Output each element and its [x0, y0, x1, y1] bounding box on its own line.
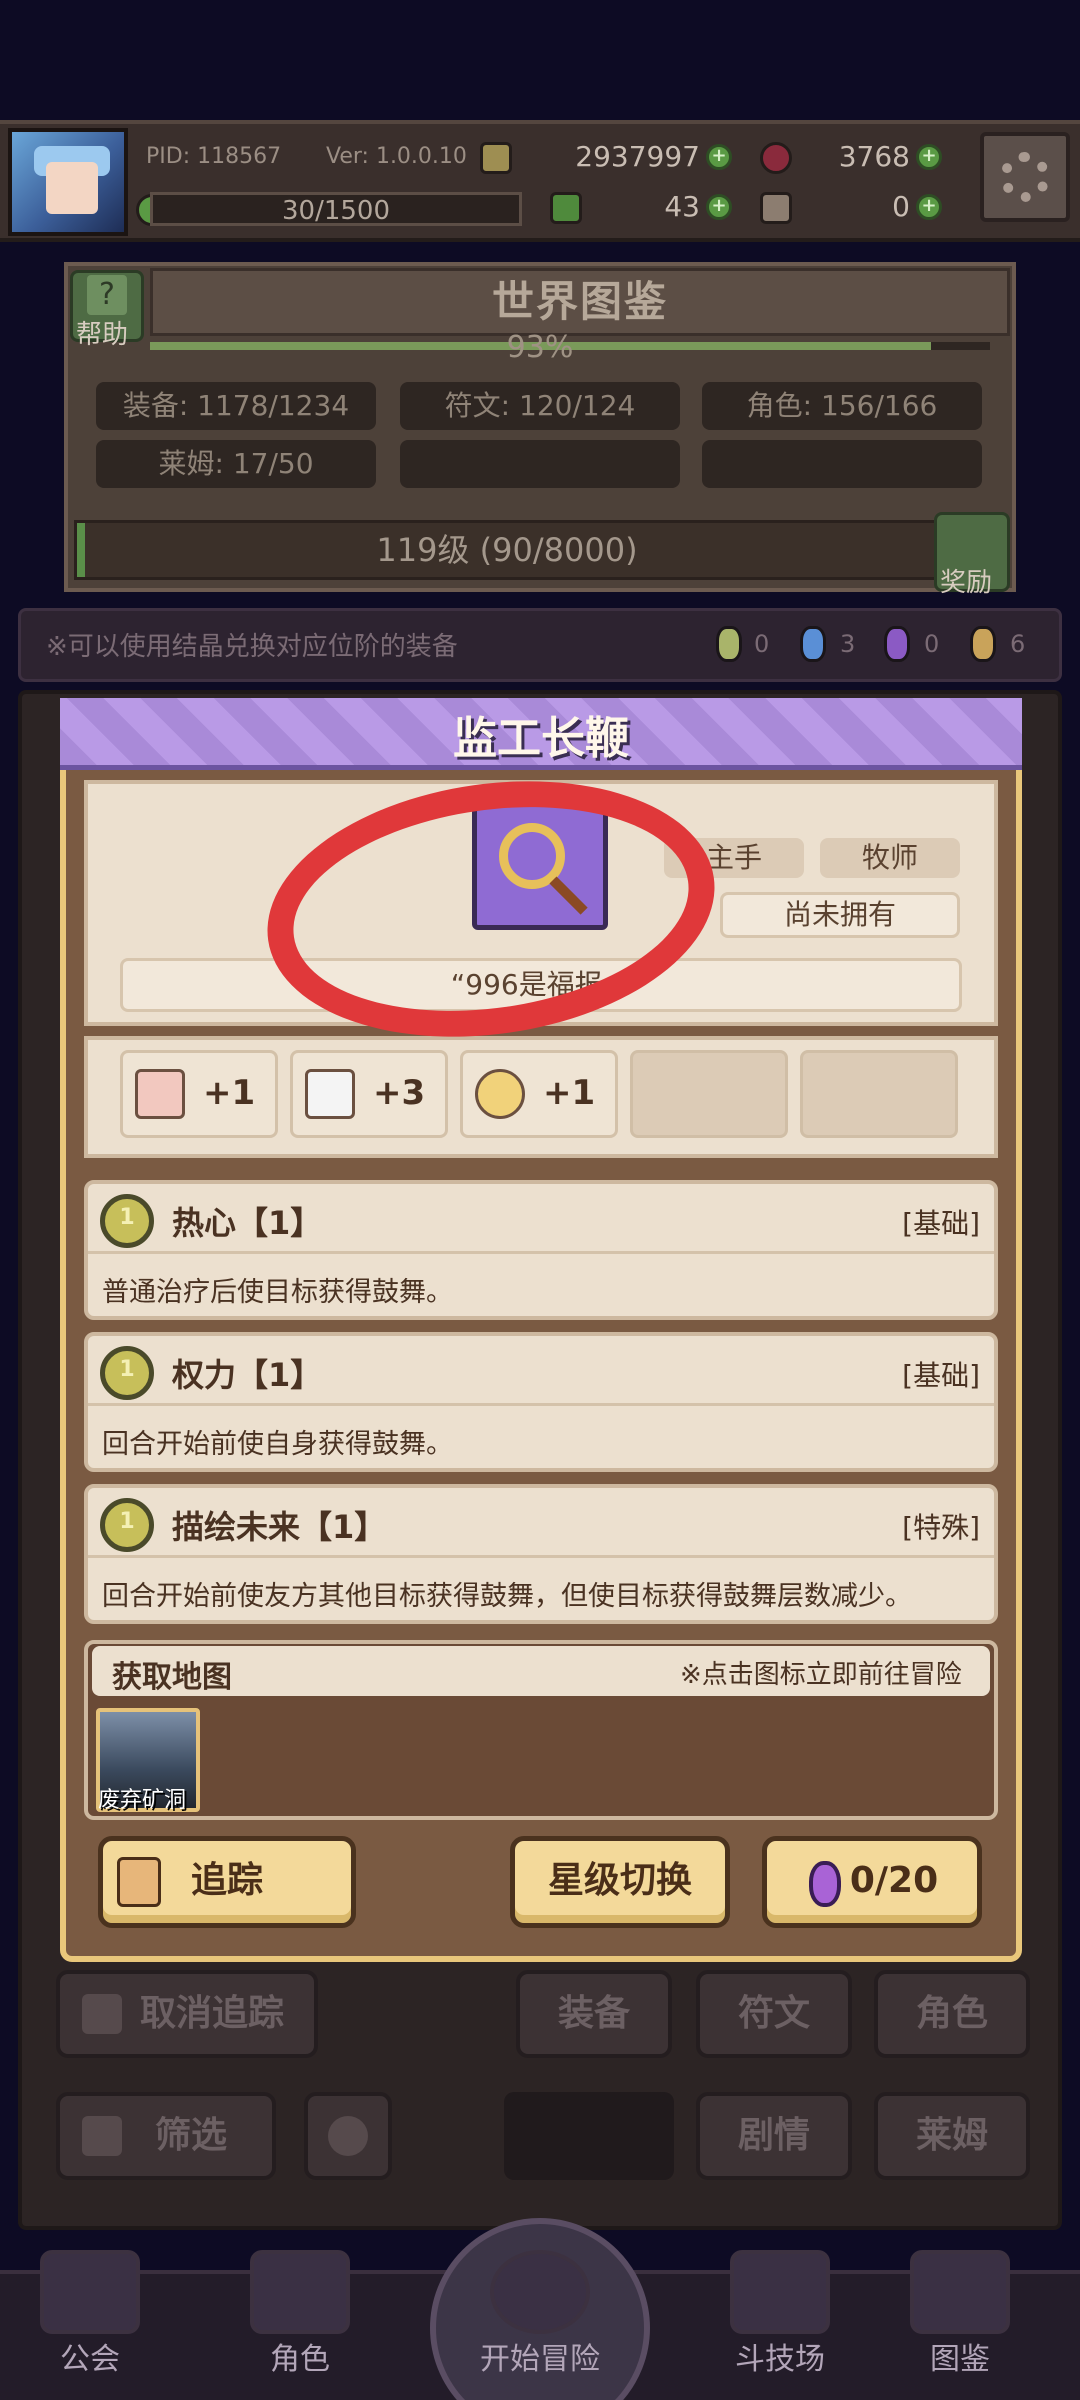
crystal-blue-count: 3	[840, 630, 856, 658]
fist-icon	[135, 1069, 185, 1119]
version-label: Ver: 1.0.0.10	[326, 144, 467, 169]
skill-description: 普通治疗后使目标获得鼓舞。	[102, 1277, 453, 1308]
crystal-purple-count: 0	[924, 630, 940, 658]
add-key-button[interactable]: +	[916, 194, 942, 220]
stat-bonus-value: +3	[373, 1073, 426, 1113]
ruby-icon	[760, 142, 792, 174]
tab-slime[interactable]: 莱姆	[874, 2092, 1030, 2180]
skill-name: 权力【1】	[172, 1356, 323, 1394]
stat-bonus-slot-empty	[800, 1050, 958, 1138]
gem-count-button[interactable]: 0/20	[762, 1836, 982, 1928]
tab-characters[interactable]: 角色	[874, 1970, 1030, 2058]
key-amount: 0	[892, 190, 910, 223]
codex-stat-slime: 莱姆: 17/50	[96, 440, 376, 488]
codex-stat-empty	[400, 440, 680, 488]
player-id: PID: 118567	[146, 144, 282, 169]
clover-amount: 43	[664, 190, 700, 223]
codex-percent: 93%	[506, 330, 574, 365]
codex-level-fill	[77, 523, 85, 577]
codex-stat-characters: 角色: 156/166	[702, 382, 982, 430]
codex-stat-runes: 符文: 120/124	[400, 382, 680, 430]
medal-icon: 1	[100, 1346, 154, 1400]
crystal-green-count: 0	[754, 630, 770, 658]
nav-arena[interactable]: 斗技场	[710, 2250, 850, 2378]
refresh-button[interactable]	[304, 2092, 392, 2180]
key-icon	[760, 192, 792, 224]
map-location-label: 废弃矿洞	[98, 1788, 187, 1813]
nav-guild[interactable]: 公会	[20, 2250, 160, 2378]
add-gold-button[interactable]: +	[706, 144, 732, 170]
gold-coin-icon	[480, 142, 512, 174]
star-switch-button[interactable]: 星级切换	[510, 1836, 730, 1928]
medal-icon: 1	[100, 1194, 154, 1248]
gold-amount: 2937997	[575, 140, 700, 173]
crystal-gold-count: 6	[1010, 630, 1026, 658]
stat-bonus-value: +1	[203, 1073, 256, 1113]
skill-name: 热心【1】	[172, 1204, 323, 1242]
skill-card: 1 描绘未来【1】 [特殊] 回合开始前使友方其他目标获得鼓舞，但使目标获得鼓舞…	[84, 1484, 998, 1624]
stat-bonus-slot: +1	[120, 1050, 278, 1138]
crystal-purple-icon	[884, 626, 910, 662]
cancel-track-button[interactable]: 取消追踪	[56, 1970, 318, 2058]
stat-bonus-slot-empty	[630, 1050, 788, 1138]
tab-equipment[interactable]: 装备	[516, 1970, 672, 2058]
thumbs-up-icon	[117, 1857, 161, 1907]
filter-button[interactable]: 筛选	[56, 2092, 276, 2180]
skill-description: 回合开始前使自身获得鼓舞。	[102, 1429, 453, 1460]
map-title: 获取地图	[112, 1660, 232, 1695]
tab-runes[interactable]: 符文	[696, 1970, 852, 2058]
add-ruby-button[interactable]: +	[916, 144, 942, 170]
help-label: 帮助	[76, 320, 129, 350]
stat-bonus-slot: +3	[290, 1050, 448, 1138]
crystal-gold-icon	[970, 626, 996, 662]
nav-character[interactable]: 角色	[230, 2250, 370, 2378]
settings-gear-icon[interactable]	[980, 132, 1070, 222]
stat-bonus-slot: +1	[460, 1050, 618, 1138]
empty-tab-slot	[504, 2092, 674, 2180]
class-tag: 牧师	[820, 838, 960, 878]
reward-label: 奖励	[940, 568, 993, 598]
stat-bonus-value: +1	[543, 1073, 596, 1113]
grid-icon	[82, 2116, 122, 2156]
codex-title: 世界图鉴	[150, 268, 1010, 336]
crossed-swords-icon	[730, 2250, 830, 2334]
exchange-note: ※可以使用结晶兑换对应位阶的装备	[46, 632, 458, 662]
stamina-bar: 30/1500	[150, 192, 522, 226]
nav-adventure[interactable]: 开始冒险	[450, 2250, 630, 2378]
codex-level-bar: 119级 (90/8000)	[74, 520, 940, 580]
purple-gem-icon	[809, 1861, 841, 1907]
skill-description: 回合开始前使友方其他目标获得鼓舞，但使目标获得鼓舞层数减少。	[102, 1581, 912, 1612]
crystal-blue-icon	[800, 626, 826, 662]
player-avatar[interactable]	[8, 128, 128, 236]
add-clover-button[interactable]: +	[706, 194, 732, 220]
skill-type: [基础]	[902, 1359, 980, 1392]
codex-level-label: 119级 (90/8000)	[376, 531, 638, 569]
nav-codex[interactable]: 图鉴	[890, 2250, 1030, 2378]
clover-icon	[550, 192, 582, 224]
refresh-icon	[328, 2116, 368, 2156]
horseshoe-icon	[475, 1069, 525, 1119]
question-icon: ?	[87, 275, 127, 315]
codex-stat-empty	[702, 440, 982, 488]
magnifier-icon	[490, 2250, 590, 2334]
book-icon	[305, 1069, 355, 1119]
character-icon	[250, 2250, 350, 2334]
map-note: ※点击图标立即前往冒险	[680, 1660, 962, 1690]
medal-icon: 1	[100, 1498, 154, 1552]
ruby-amount: 3768	[838, 140, 910, 173]
item-name: 监工长鞭	[453, 713, 629, 764]
thumbs-up-icon	[82, 1994, 122, 2034]
skill-type: [特殊]	[902, 1511, 980, 1544]
book-icon	[910, 2250, 1010, 2334]
crystal-green-icon	[716, 626, 742, 662]
guild-icon	[40, 2250, 140, 2334]
skill-card: 1 热心【1】 [基础] 普通治疗后使目标获得鼓舞。	[84, 1180, 998, 1320]
owned-status: 尚未拥有	[720, 892, 960, 938]
skill-card: 1 权力【1】 [基础] 回合开始前使自身获得鼓舞。	[84, 1332, 998, 1472]
skill-name: 描绘未来【1】	[172, 1508, 387, 1546]
codex-stat-equipment: 装备: 1178/1234	[96, 382, 376, 430]
tab-story[interactable]: 剧情	[696, 2092, 852, 2180]
skill-type: [基础]	[902, 1207, 980, 1240]
track-button[interactable]: 追踪	[98, 1836, 356, 1928]
